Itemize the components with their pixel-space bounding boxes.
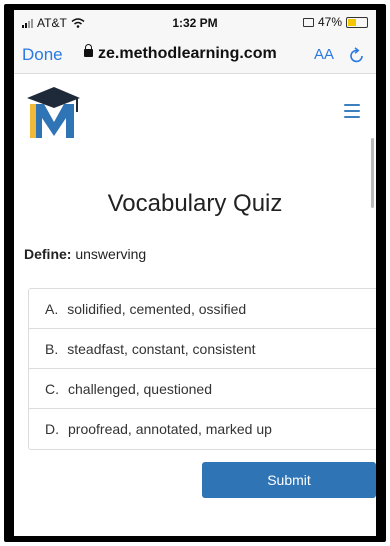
- option-letter: D.: [45, 421, 59, 437]
- screen-mirror-icon: [302, 17, 314, 27]
- phone-screen: AT&T 1:32 PM 47% Done ze.methodlearning.…: [14, 10, 376, 536]
- option-letter: A.: [45, 300, 59, 317]
- lock-icon: [84, 44, 93, 57]
- answer-option-a[interactable]: A. solidified, cemented, ossified: [29, 289, 376, 329]
- reload-icon[interactable]: [349, 47, 365, 65]
- option-letter: C.: [45, 380, 59, 397]
- answer-options: A. solidified, cemented, ossified B. ste…: [28, 288, 376, 450]
- site-header: [14, 74, 376, 150]
- option-text: challenged, questioned: [68, 380, 213, 397]
- battery-percent: 47%: [317, 15, 342, 29]
- battery-icon: [346, 16, 368, 28]
- text-size-button[interactable]: AA: [314, 46, 334, 63]
- option-text: proofread, annotated, marked up: [68, 421, 272, 437]
- define-label: Define:: [24, 246, 72, 262]
- define-word: unswerving: [75, 246, 147, 262]
- option-text: steadfast, constant, consistent: [67, 340, 256, 357]
- option-text: solidified, cemented, ossified: [67, 300, 247, 317]
- url-text: ze.methodlearning.com: [98, 45, 277, 62]
- address-bar[interactable]: ze.methodlearning.com: [84, 44, 277, 63]
- answer-option-d[interactable]: D. proofread, annotated, marked up: [29, 409, 376, 449]
- site-logo[interactable]: [24, 84, 82, 142]
- define-prompt: Define: unswerving: [24, 246, 146, 262]
- answer-option-c[interactable]: C. challenged, questioned: [29, 369, 376, 409]
- status-right: 47%: [302, 15, 368, 29]
- phone-bezel: AT&T 1:32 PM 47% Done ze.methodlearning.…: [4, 4, 386, 542]
- battery-level: [348, 18, 357, 26]
- text-size-label: AA: [314, 46, 335, 63]
- page-frame: AT&T 1:32 PM 47% Done ze.methodlearning.…: [0, 0, 390, 546]
- status-bar: AT&T 1:32 PM 47%: [14, 10, 376, 36]
- quiz-title: Vocabulary Quiz: [107, 190, 283, 217]
- answer-option-b[interactable]: B. steadfast, constant, consistent: [29, 329, 376, 369]
- done-button[interactable]: Done: [22, 45, 63, 65]
- submit-button[interactable]: Submit: [202, 462, 376, 498]
- option-letter: B.: [45, 340, 59, 357]
- hamburger-icon[interactable]: [344, 104, 360, 118]
- browser-toolbar: Done ze.methodlearning.com AA: [14, 36, 376, 74]
